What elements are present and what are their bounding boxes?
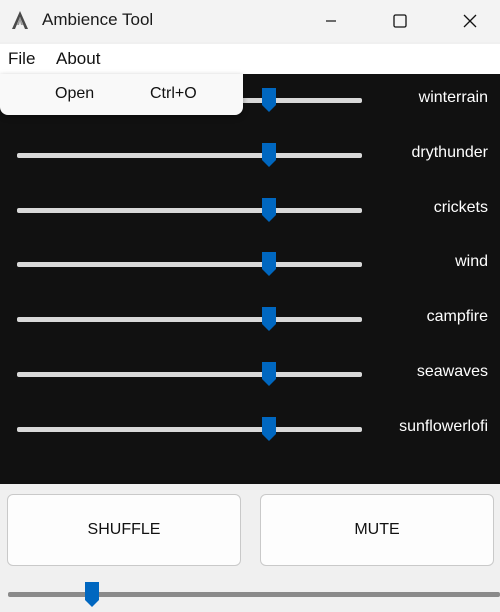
channel-label: campfire xyxy=(426,308,488,326)
app-logo-icon xyxy=(10,10,30,30)
file-menu-dropdown: Open Ctrl+O xyxy=(0,74,243,115)
channel-slider-row: sunflowerlofi xyxy=(0,414,500,444)
menu-bar: File About xyxy=(0,44,500,74)
channel-slider-row: crickets xyxy=(0,195,500,225)
channel-slider-track[interactable] xyxy=(17,152,362,158)
channel-slider-thumb[interactable] xyxy=(260,251,278,277)
menu-item-open-label: Open xyxy=(55,85,95,102)
channel-slider-row: seawaves xyxy=(0,359,500,389)
channel-label: crickets xyxy=(433,198,488,216)
channel-slider-track[interactable] xyxy=(17,262,362,268)
mute-button[interactable]: MUTE xyxy=(260,494,494,566)
minimize-icon xyxy=(326,20,336,22)
channel-slider-row: drythunder xyxy=(0,140,500,170)
channel-slider-thumb[interactable] xyxy=(260,87,278,113)
menu-item-open-shortcut: Ctrl+O xyxy=(150,85,197,102)
channel-slider-thumb[interactable] xyxy=(260,197,278,223)
channel-label: winterrain xyxy=(418,89,488,106)
master-volume-thumb[interactable] xyxy=(83,580,101,608)
channel-slider-thumb[interactable] xyxy=(260,361,278,387)
maximize-icon xyxy=(393,14,407,28)
channel-slider-track[interactable] xyxy=(17,372,362,377)
channel-label: sunflowerlofi xyxy=(399,417,488,435)
title-bar: Ambience Tool xyxy=(0,0,500,42)
channel-slider-track[interactable] xyxy=(17,426,362,432)
minimize-button[interactable] xyxy=(308,0,354,42)
channel-slider-thumb[interactable] xyxy=(260,142,278,168)
menu-about[interactable]: About xyxy=(56,49,100,69)
channel-slider-track[interactable] xyxy=(17,207,362,213)
close-icon xyxy=(463,14,477,28)
channel-slider-track[interactable] xyxy=(17,317,362,323)
maximize-button[interactable] xyxy=(377,0,423,42)
mixer-panel: winterrain drythunder crickets wind campfire… xyxy=(0,74,500,484)
channel-slider-thumb[interactable] xyxy=(260,306,278,332)
window-title: Ambience Tool xyxy=(42,10,154,29)
master-volume-slider[interactable] xyxy=(0,578,500,612)
close-button[interactable] xyxy=(447,0,493,42)
channel-slider-row: campfire xyxy=(0,304,500,334)
channel-label: wind xyxy=(455,253,488,271)
channel-label: seawaves xyxy=(416,363,488,380)
channel-label: drythunder xyxy=(411,143,489,161)
channel-slider-row: wind xyxy=(0,249,500,279)
channel-slider-thumb[interactable] xyxy=(260,416,278,442)
menu-file[interactable]: File xyxy=(8,49,35,69)
shuffle-button[interactable]: SHUFFLE xyxy=(7,494,241,566)
